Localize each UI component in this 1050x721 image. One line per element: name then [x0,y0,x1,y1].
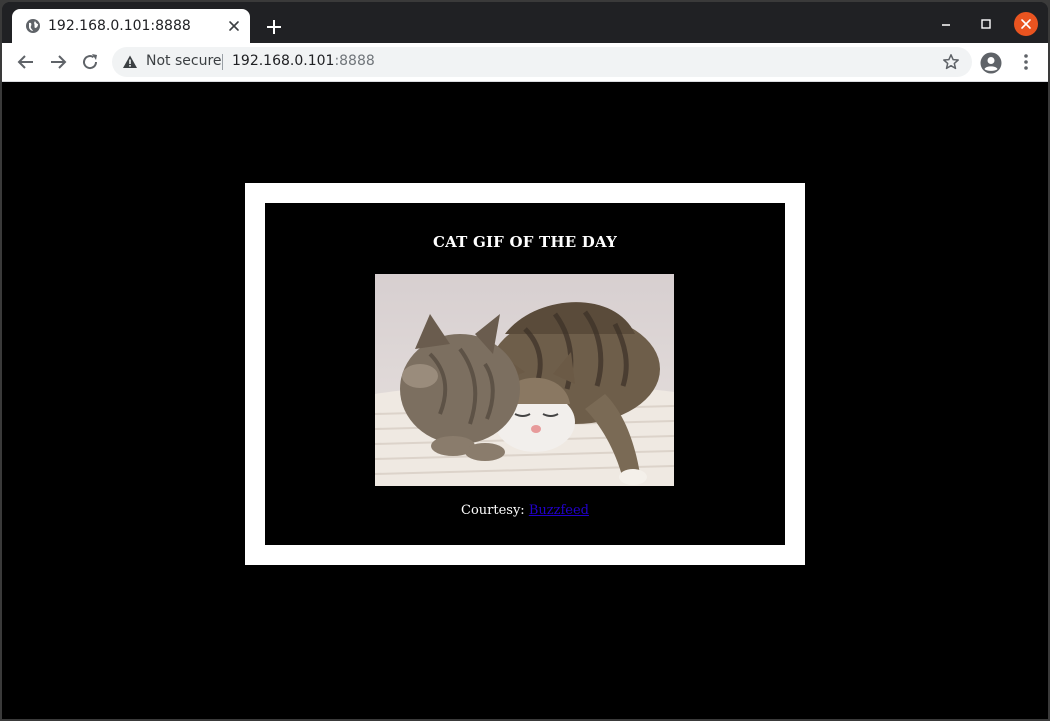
bookmark-star-icon[interactable] [942,53,960,71]
content-frame: CAT GIF OF THE DAY Courtesy: Buzzfeed [245,183,805,565]
close-icon [1021,19,1031,29]
new-tab-icon[interactable] [264,17,284,37]
address-bar[interactable]: Not secure 192.168.0.101:8888 [112,47,972,77]
buzzfeed-link[interactable]: Buzzfeed [529,503,589,518]
warning-icon[interactable] [122,54,138,70]
tab-title: 192.168.0.101:8888 [48,18,191,34]
security-label[interactable]: Not secure [146,53,222,69]
globe-icon [26,19,40,33]
url-text[interactable]: 192.168.0.101:8888 [232,53,375,69]
browser-tab[interactable]: 192.168.0.101:8888 [12,9,250,43]
omnibox-divider [222,54,223,70]
courtesy-line: Courtesy: Buzzfeed [265,503,785,518]
reload-icon[interactable] [80,52,100,72]
close-window-button[interactable] [1014,12,1038,36]
page-title: CAT GIF OF THE DAY [433,233,617,251]
profile-avatar-icon[interactable] [980,52,1002,74]
browser-window: 192.168.0.101:8888 Not secure 192.168.0.… [2,2,1048,719]
cat-gif-image [375,274,674,486]
url-port: :8888 [334,53,375,69]
forward-arrow-icon[interactable] [48,52,68,72]
close-tab-icon[interactable] [226,18,242,34]
back-arrow-icon[interactable] [16,52,36,72]
page-viewport: CAT GIF OF THE DAY Courtesy: Buzzfeed [2,82,1048,719]
maximize-icon[interactable] [974,12,998,36]
minimize-icon[interactable] [934,12,958,36]
content-panel: CAT GIF OF THE DAY Courtesy: Buzzfeed [265,203,785,545]
browser-toolbar: Not secure 192.168.0.101:8888 [2,43,1048,82]
kebab-menu-icon[interactable] [1016,52,1036,72]
courtesy-label: Courtesy: [461,503,525,518]
url-host: 192.168.0.101 [232,53,335,69]
title-bar: 192.168.0.101:8888 [2,2,1048,43]
